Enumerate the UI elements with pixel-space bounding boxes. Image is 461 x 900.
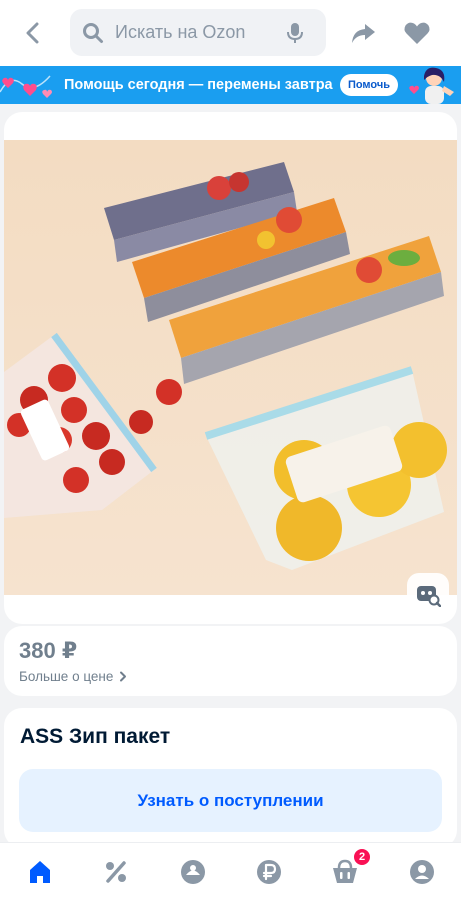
nav-finance[interactable]	[254, 857, 284, 887]
heart-icon	[404, 22, 430, 44]
nav-fresh[interactable]	[178, 857, 208, 887]
bottom-nav: 2	[0, 842, 461, 900]
cart-badge: 2	[353, 848, 371, 866]
nav-home[interactable]	[25, 857, 55, 887]
chevron-right-icon	[120, 671, 127, 682]
back-button[interactable]	[18, 18, 48, 48]
search-input[interactable]: Искать на Ozon	[70, 9, 326, 56]
favorite-button[interactable]	[402, 18, 432, 48]
nav-profile[interactable]	[407, 857, 437, 887]
girl-illustration-icon	[409, 67, 454, 104]
search-icon	[83, 23, 103, 43]
product-photo[interactable]	[4, 140, 457, 595]
price-card: 380 ₽ Больше о цене	[4, 626, 457, 696]
price-more-label: Больше о цене	[19, 669, 114, 684]
hearts-icon	[0, 75, 52, 98]
back-icon	[26, 22, 39, 44]
microphone-icon[interactable]	[284, 21, 306, 45]
search-placeholder: Искать на Ozon	[115, 22, 246, 42]
visual-search-button[interactable]	[407, 573, 449, 615]
image-search-icon	[417, 586, 441, 607]
nav-discounts[interactable]	[101, 857, 131, 887]
banner-help-button[interactable]: Помочь	[340, 74, 398, 96]
title-card: ASS Зип пакет Узнать о поступлении	[4, 708, 457, 848]
share-icon	[352, 24, 375, 43]
notify-availability-button[interactable]: Узнать о поступлении	[19, 769, 442, 832]
profile-icon	[410, 860, 434, 884]
product-title: ASS Зип пакет	[20, 725, 171, 748]
banner-text: Помощь сегодня — перемены завтра	[64, 77, 333, 93]
ruble-icon	[257, 860, 281, 884]
share-button[interactable]	[348, 18, 378, 48]
fresh-icon	[181, 860, 205, 884]
price-more-link[interactable]: Больше о цене	[19, 669, 127, 684]
product-price: 380 ₽	[19, 638, 78, 663]
product-image-card[interactable]	[4, 112, 457, 624]
promo-banner[interactable]: Помощь сегодня — перемены завтра Помочь	[0, 66, 461, 104]
home-icon	[30, 861, 50, 883]
top-bar: Искать на Ozon	[0, 0, 461, 66]
percent-icon	[106, 861, 126, 883]
